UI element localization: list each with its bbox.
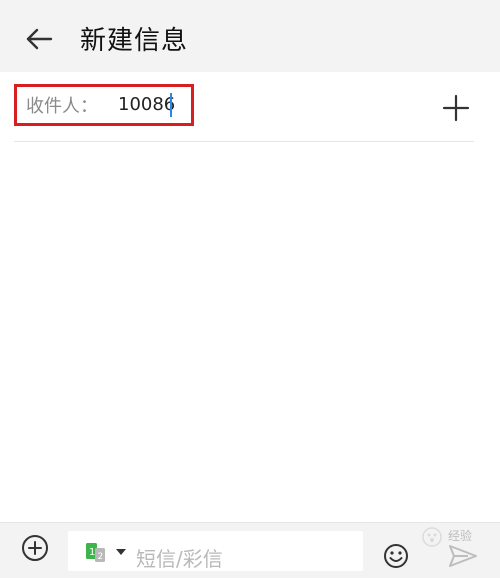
sim-select-button[interactable]: 1 2 [84,541,132,563]
arrow-left-icon [26,28,53,50]
plus-circle-icon [22,535,48,561]
watermark-text: 经验 [448,529,473,543]
message-placeholder: 短信/彩信 [136,547,223,571]
app-header [0,0,500,72]
smiley-icon [384,544,408,568]
attach-button[interactable] [20,533,50,563]
text-caret [170,93,172,117]
svg-text:1: 1 [89,547,95,558]
page-title: 新建信息 [80,26,189,56]
add-recipient-button[interactable] [440,92,472,124]
triangle-down-icon [116,549,126,555]
recipient-label: 收件人： [26,96,98,117]
emoji-button[interactable] [382,542,410,570]
back-button[interactable] [22,22,56,56]
dual-sim-icon: 1 2 [86,543,105,562]
plus-icon [442,94,470,122]
recipient-input[interactable]: 10086 [118,94,178,115]
svg-text:2: 2 [98,552,104,562]
recipient-divider [14,141,474,142]
